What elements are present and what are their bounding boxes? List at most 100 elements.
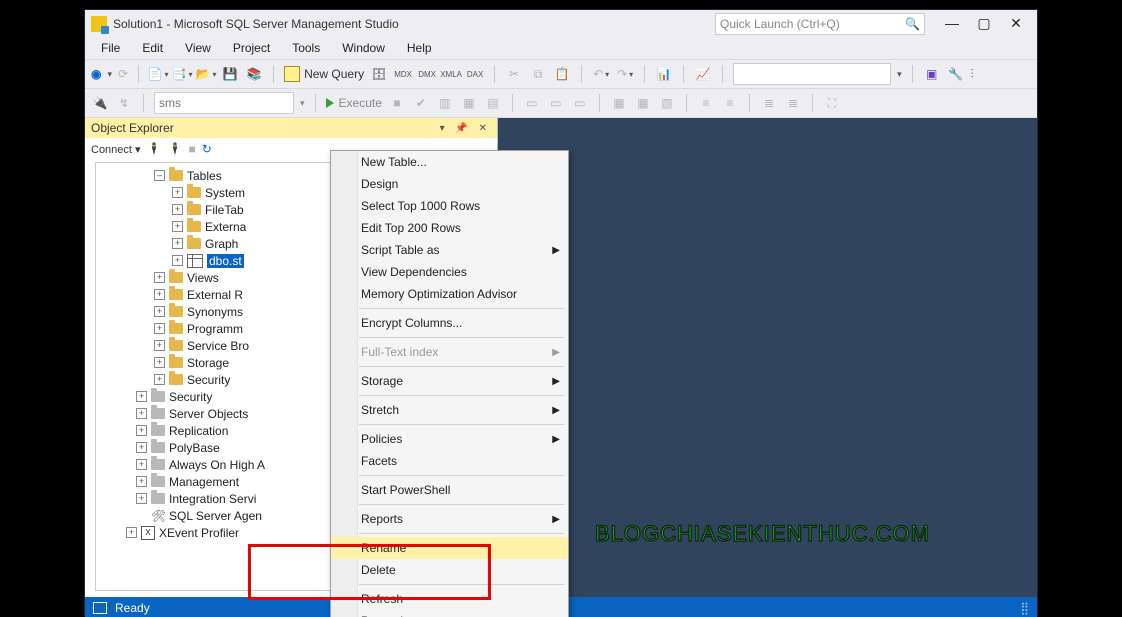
tree-filetables[interactable]: FileTab — [205, 203, 244, 217]
search-icon: 🔍 — [905, 17, 920, 31]
menu-view[interactable]: View — [175, 39, 221, 57]
ctx-facets[interactable]: Facets — [331, 450, 568, 472]
tree-programmability[interactable]: Programm — [187, 322, 243, 336]
tree-always-on[interactable]: Always On High A — [169, 458, 265, 472]
cut-icon[interactable]: ✂ — [505, 65, 523, 83]
ctx-properties[interactable]: Properties — [331, 610, 568, 617]
tree-security-db[interactable]: Security — [187, 373, 230, 387]
copy-icon[interactable]: ⧉ — [529, 65, 547, 83]
status-text: Ready — [115, 601, 150, 615]
quick-launch-input[interactable]: Quick Launch (Ctrl+Q) 🔍 — [715, 13, 925, 35]
ctx-select-top[interactable]: Select Top 1000 Rows — [331, 195, 568, 217]
tree-replication[interactable]: Replication — [169, 424, 228, 438]
chevron-right-icon: ▶ — [552, 405, 560, 416]
tree-views[interactable]: Views — [187, 271, 219, 285]
ctx-start-powershell[interactable]: Start PowerShell — [331, 479, 568, 501]
dax-icon[interactable]: DAX — [466, 65, 484, 83]
stop-tree-icon[interactable]: ■ — [188, 142, 195, 156]
save-all-button[interactable]: 📚 — [245, 65, 263, 83]
xevent-icon: X — [141, 526, 155, 540]
tree-integration-services[interactable]: Integration Servi — [169, 492, 256, 506]
tree-synonyms[interactable]: Synonyms — [187, 305, 243, 319]
filter-icon[interactable]: 🕴 — [147, 142, 162, 156]
properties-icon[interactable]: 📊 — [655, 65, 673, 83]
chevron-right-icon: ▶ — [552, 514, 560, 525]
menu-tools[interactable]: Tools — [282, 39, 330, 57]
database-combo[interactable]: sms — [154, 92, 294, 114]
close-button[interactable]: ✕ — [1009, 15, 1023, 32]
table-icon — [187, 254, 203, 268]
tree-polybase[interactable]: PolyBase — [169, 441, 220, 455]
tree-storage-db[interactable]: Storage — [187, 356, 229, 370]
tree-external-tables[interactable]: Externa — [205, 220, 246, 234]
ctx-stretch[interactable]: Stretch▶ — [331, 399, 568, 421]
menu-edit[interactable]: Edit — [132, 39, 173, 57]
mdx-icon[interactable]: MDX — [394, 65, 412, 83]
new-query-icon — [284, 66, 300, 82]
menu-help[interactable]: Help — [397, 39, 442, 57]
tree-graph-tables[interactable]: Graph — [205, 237, 238, 251]
ctx-edit-top[interactable]: Edit Top 200 Rows — [331, 217, 568, 239]
ctx-refresh[interactable]: Refresh — [331, 588, 568, 610]
refresh-tree-icon[interactable]: ↻ — [202, 142, 212, 156]
filter-icon-x[interactable]: 🕴 — [168, 142, 183, 156]
ctx-storage[interactable]: Storage▶ — [331, 370, 568, 392]
activity-monitor-icon[interactable]: 📈 — [694, 65, 712, 83]
tree-tables[interactable]: Tables — [187, 169, 222, 183]
new-item-button[interactable]: 📂 — [197, 65, 215, 83]
ctx-delete[interactable]: Delete — [331, 559, 568, 581]
menu-file[interactable]: File — [91, 39, 130, 57]
connect-dropdown[interactable]: Connect ▾ — [91, 143, 141, 156]
db-engine-query-icon[interactable]: 🗄 — [370, 65, 388, 83]
panel-menu-icon[interactable]: ▾ — [440, 123, 449, 134]
execute-button[interactable]: Execute — [326, 96, 382, 110]
dmx-icon[interactable]: DMX — [418, 65, 436, 83]
tree-service-broker[interactable]: Service Bro — [187, 339, 249, 353]
ctx-rename[interactable]: Rename — [331, 537, 568, 559]
options-icon[interactable]: 🔧 — [947, 65, 965, 83]
registered-servers-icon[interactable]: ▣ — [923, 65, 941, 83]
ctx-reports[interactable]: Reports▶ — [331, 508, 568, 530]
maximize-button[interactable]: ▢ — [977, 15, 991, 32]
tree-management[interactable]: Management — [169, 475, 239, 489]
minimize-button[interactable]: — — [945, 15, 959, 32]
new-query-button[interactable]: New Query — [284, 66, 364, 82]
redo-button[interactable]: ↷ — [616, 65, 634, 83]
tree-sql-agent[interactable]: SQL Server Agen — [169, 509, 262, 523]
menu-window[interactable]: Window — [332, 39, 395, 57]
quick-launch-placeholder: Quick Launch (Ctrl+Q) — [720, 17, 840, 31]
ctx-memory-optimization[interactable]: Memory Optimization Advisor — [331, 283, 568, 305]
paste-icon[interactable]: 📋 — [553, 65, 571, 83]
expand-icon[interactable]: + — [172, 187, 183, 198]
panel-close-icon[interactable]: ✕ — [479, 123, 491, 134]
tree-server-objects[interactable]: Server Objects — [169, 407, 248, 421]
tree-xevent-profiler[interactable]: XEvent Profiler — [159, 526, 239, 540]
ctx-design[interactable]: Design — [331, 173, 568, 195]
ctx-new-table[interactable]: New Table... — [331, 151, 568, 173]
tree-security[interactable]: Security — [169, 390, 212, 404]
menu-project[interactable]: Project — [223, 39, 280, 57]
database-list-dropdown[interactable] — [733, 63, 891, 85]
chevron-right-icon: ▶ — [552, 347, 560, 358]
ctx-view-dependencies[interactable]: View Dependencies — [331, 261, 568, 283]
app-icon — [91, 16, 107, 32]
xmla-icon[interactable]: XMLA — [442, 65, 460, 83]
pin-icon[interactable]: 📌 — [455, 123, 471, 134]
save-button[interactable]: 💾 — [221, 65, 239, 83]
change-conn-icon[interactable]: ↯ — [115, 94, 133, 112]
tree-external-resources[interactable]: External R — [187, 288, 243, 302]
open-project-button[interactable]: 📑 — [173, 65, 191, 83]
tree-selected-table[interactable]: dbo.st — [207, 254, 244, 268]
collapse-icon[interactable]: – — [154, 170, 165, 181]
stop-icon[interactable]: ■ — [388, 94, 406, 112]
title-bar: Solution1 - Microsoft SQL Server Managem… — [85, 10, 1037, 37]
main-toolbar: ◉▾ ⟳ 📄 📑 📂 💾 📚 New Query 🗄 MDX DMX XMLA … — [85, 60, 1037, 89]
parse-icon[interactable]: ✔ — [412, 94, 430, 112]
new-project-button[interactable]: 📄 — [149, 65, 167, 83]
ctx-encrypt-columns[interactable]: Encrypt Columns... — [331, 312, 568, 334]
undo-button[interactable]: ↶ — [592, 65, 610, 83]
ctx-script-table-as[interactable]: Script Table as▶ — [331, 239, 568, 261]
ctx-policies[interactable]: Policies▶ — [331, 428, 568, 450]
tree-system-tables[interactable]: System — [205, 186, 245, 200]
connect-icon[interactable]: 🔌 — [91, 94, 109, 112]
